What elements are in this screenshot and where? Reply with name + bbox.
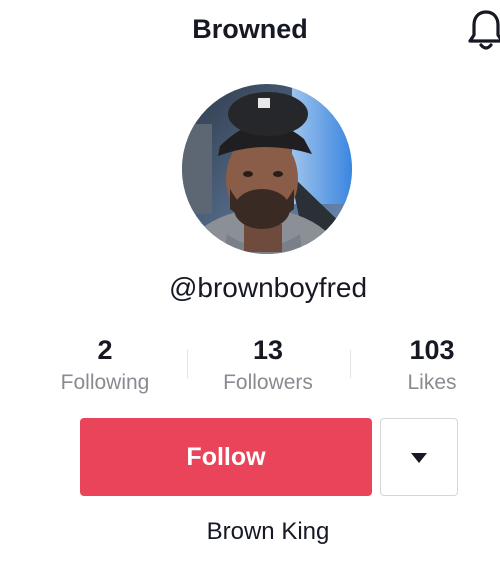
following-count: 2 (97, 335, 113, 365)
likes-count: 103 (409, 335, 455, 365)
likes-label: Likes (407, 371, 457, 394)
following-label: Following (60, 371, 150, 394)
stat-following[interactable]: 2 Following (35, 334, 175, 396)
followers-count: 13 (252, 335, 284, 365)
stat-divider (350, 350, 351, 378)
username-handle: @brownboyfred (168, 272, 368, 303)
stat-divider (187, 350, 188, 378)
stat-followers[interactable]: 13 Followers (198, 334, 338, 396)
suggested-accounts-dropdown-button[interactable] (380, 418, 458, 496)
bell-icon[interactable] (466, 8, 500, 52)
avatar[interactable] (182, 84, 352, 254)
stat-likes: 103 Likes (362, 334, 500, 396)
avatar-photo (182, 84, 352, 254)
bell-icon-graphic (468, 10, 500, 50)
follow-button[interactable]: Follow (80, 418, 372, 496)
caret-down-icon (411, 453, 427, 463)
profile-title: Browned (192, 14, 308, 44)
bio-name: Brown King (206, 518, 330, 545)
followers-label: Followers (223, 371, 313, 394)
